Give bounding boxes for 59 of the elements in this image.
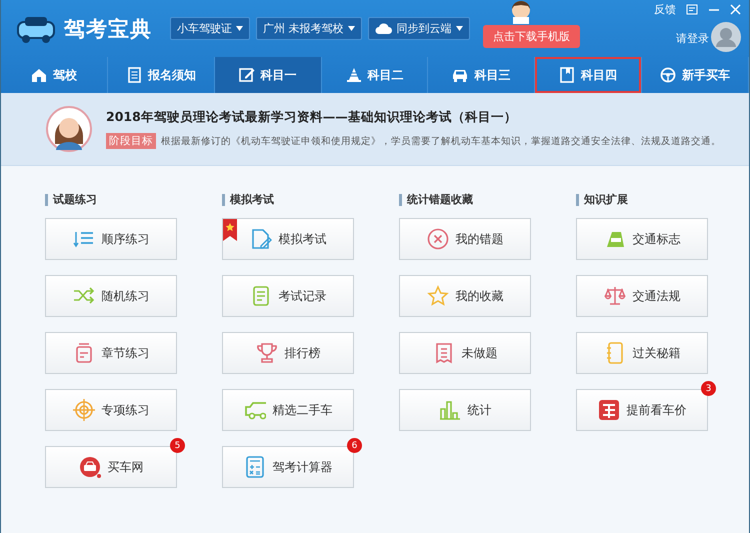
feature-button[interactable]: 精选二手车	[222, 389, 354, 431]
banner-title: 2018年驾驶员理论考试最新学习资料——基础知识理论考试（科目一）	[106, 109, 518, 126]
count-badge: 6	[347, 438, 362, 453]
close-icon	[730, 4, 741, 15]
section-heading: 模拟考试	[222, 194, 274, 206]
dropdown[interactable]: 广州 未报考驾校	[256, 17, 362, 40]
feature-button[interactable]: 章节练习	[45, 332, 177, 374]
feature-button[interactable]: 统计	[399, 389, 531, 431]
banner-description: 根据最新修订的《机动车驾驶证申领和使用规定》，学员需要了解机动车基本知识，掌握道路交通安全法律、法规及道路交通。	[161, 134, 721, 148]
cloud-upload-icon	[374, 22, 392, 34]
trophy-icon	[256, 342, 278, 364]
tab[interactable]: 科目一	[214, 57, 322, 93]
feature-button[interactable]: 考试记录	[222, 275, 354, 317]
close-circle-icon	[426, 228, 448, 250]
suv-icon	[244, 399, 266, 421]
book-icon	[559, 67, 576, 83]
traffic-cone-icon	[346, 67, 362, 83]
scales-icon	[604, 285, 626, 307]
bar-chart-icon	[438, 399, 460, 421]
dropdown[interactable]: 小车驾驶证	[170, 17, 250, 40]
feature-button[interactable]: 交通法规	[576, 275, 708, 317]
caret-down-icon	[348, 26, 354, 31]
feedback-link[interactable]: 反馈	[654, 2, 676, 17]
stage-tag: 阶段目标	[106, 133, 156, 149]
feature-button[interactable]: 模拟考试	[222, 218, 354, 260]
document-icon	[126, 67, 142, 83]
count-badge: 3	[701, 381, 716, 396]
feature-button[interactable]: 买车网	[45, 446, 177, 488]
caret-down-icon	[236, 26, 243, 31]
crosshair-icon	[72, 399, 94, 421]
feature-button[interactable]: 顺序练习	[45, 218, 177, 260]
feature-button[interactable]: 交通标志	[576, 218, 708, 260]
feature-button[interactable]: 我的收藏	[399, 275, 531, 317]
section-heading: 试题练习	[45, 194, 97, 206]
feature-button[interactable]: 我的错题	[399, 218, 531, 260]
edit-icon	[238, 67, 255, 83]
menu-icon	[686, 4, 698, 15]
house-icon	[30, 67, 47, 83]
dropdown[interactable]: 同步到云端	[368, 17, 470, 40]
steering-wheel-icon	[660, 67, 676, 83]
feature-button[interactable]: 专项练习	[45, 389, 177, 431]
caret-down-icon	[456, 26, 462, 31]
document-edit-icon	[250, 228, 272, 250]
user-avatar-icon	[711, 22, 741, 52]
feature-button[interactable]: 排行榜	[222, 332, 354, 374]
app-title: 驾考宝典	[64, 16, 152, 42]
section-heading: 知识扩展	[576, 194, 628, 206]
feature-button[interactable]: 随机练习	[45, 275, 177, 317]
feature-button[interactable]: 驾考计算器	[222, 446, 354, 488]
calculator-icon	[244, 456, 266, 478]
count-badge: 5	[170, 438, 185, 453]
login-link[interactable]: 请登录	[676, 31, 709, 46]
feature-button[interactable]: 提前看车价	[576, 389, 708, 431]
feature-button[interactable]: 过关秘籍	[576, 332, 708, 374]
feature-button[interactable]: 未做题	[399, 332, 531, 374]
star-icon	[426, 285, 448, 307]
car-icon	[452, 67, 468, 83]
avatar-figure	[46, 106, 92, 152]
section-heading: 统计错题收藏	[399, 194, 473, 206]
